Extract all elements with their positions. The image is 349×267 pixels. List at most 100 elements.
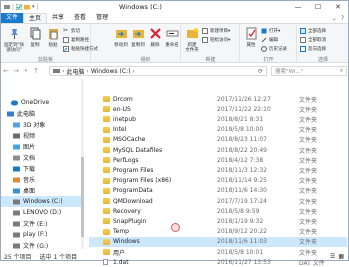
edit-button[interactable]: 编辑 [261, 37, 278, 43]
folder-icon [103, 167, 110, 174]
nav-item-label: OneDrive [21, 99, 50, 106]
forward-button[interactable]: → [11, 65, 21, 77]
invert-selection-button[interactable]: 反向选择 [300, 46, 326, 52]
nav-item[interactable]: 此电脑 [1, 108, 81, 119]
tab-home[interactable]: 主页 [23, 13, 48, 23]
copy-button[interactable]: 复制 [26, 27, 44, 48]
file-row[interactable]: Drcom 2017/11/26 12:27 文件夹 [89, 94, 347, 104]
file-row[interactable]: Intel 2018/5/8 10:00 文件夹 [89, 125, 347, 135]
close-button[interactable]: ✕ [328, 1, 348, 12]
rename-label: 重命名 [165, 43, 179, 48]
delete-label: 删除 [150, 43, 160, 48]
recent-locations-button[interactable]: ▾ [21, 65, 31, 77]
nav-item[interactable]: 下载 [1, 163, 81, 174]
file-row[interactable]: ProgramData 2018/11/6 14:30 文件夹 [89, 186, 347, 196]
select-none-button[interactable]: 全部取消 [300, 37, 326, 43]
nav-item[interactable]: Windows (C:) [1, 196, 81, 207]
paste-icon [48, 29, 58, 40]
ribbon-controls: ⌄ ? [332, 15, 348, 22]
new-item-label: 新建项目▾ [210, 29, 231, 34]
move-to-button[interactable]: 移动到 [112, 27, 130, 48]
large-icons-view-icon[interactable]: ▦ [338, 253, 344, 260]
nav-item[interactable]: play (F:) [1, 229, 81, 240]
delete-button[interactable]: 删除 [146, 27, 164, 48]
drive-icon [13, 221, 20, 226]
file-row[interactable]: QMDownload 2017/7/19 17:24 文件夹 [89, 196, 347, 206]
file-row[interactable]: inetpub 2018/8/21 8:31 文件夹 [89, 114, 347, 124]
new-folder-button[interactable]: 新建 文件夹 [183, 27, 201, 53]
paste-button[interactable]: 粘贴 [44, 27, 62, 48]
check-icon[interactable] [16, 4, 23, 10]
chevron-down-icon[interactable]: ⌄ [332, 15, 337, 22]
nav-item[interactable]: 3D 对象 [1, 119, 81, 130]
delete-icon [149, 28, 161, 39]
nav-item[interactable]: 图片 [1, 141, 81, 152]
nav-item[interactable]: 文档 [1, 152, 81, 163]
select-none-icon [300, 37, 306, 43]
nav-item[interactable]: OneDrive [1, 97, 81, 108]
back-button[interactable]: ← [1, 65, 11, 77]
breadcrumb-drive[interactable]: Windows (C:) [91, 68, 131, 75]
scrollbar-thumb[interactable] [81, 157, 84, 237]
file-type: 文件夹 [299, 229, 318, 237]
file-type: 文件夹 [299, 137, 318, 145]
new-folder-label: 新建 文件夹 [185, 43, 199, 53]
address-bar[interactable]: › 此电脑 › Windows (C:) › ⟳ [49, 66, 267, 76]
easy-access-button[interactable]: 轻松访问▾ [202, 37, 230, 43]
file-row[interactable]: Windows 2018/11/6 11:03 文件夹 [89, 236, 347, 247]
file-name: Program Files [113, 166, 154, 174]
maximize-button[interactable]: ☐ [308, 1, 328, 12]
pin-button[interactable]: 固定到"快速访问" [3, 27, 25, 53]
edit-label: 编辑 [269, 38, 278, 43]
nav-item[interactable]: 音乐 [1, 174, 81, 185]
move-folder-icon [115, 30, 127, 38]
open-button[interactable]: 打开▾ [261, 28, 280, 34]
tab-file[interactable]: 文件 [1, 13, 24, 23]
up-button[interactable]: ↑ [31, 65, 41, 77]
nav-item[interactable]: 桌面 [1, 185, 81, 196]
refresh-icon[interactable]: ⟳ [258, 68, 266, 75]
file-row[interactable]: PerfLogs 2018/4/12 7:38 文件夹 [89, 155, 347, 165]
select-none-label: 全部取消 [308, 38, 326, 43]
select-all-button[interactable]: 全部选择 [300, 28, 326, 34]
file-row[interactable]: Temp 2018/9/12 20:22 文件夹 [89, 227, 347, 237]
file-row[interactable]: Recovery 2018/5/8 9:59 文件夹 [89, 206, 347, 216]
file-row[interactable]: Program Files 2018/11/3 12:32 文件夹 [89, 165, 347, 175]
file-name: Program Files (x86) [113, 177, 172, 185]
tab-manage[interactable]: 管理 [91, 13, 113, 23]
file-row[interactable]: SnapPlugin 2018/1/19 9:32 文件夹 [89, 216, 347, 226]
rename-button[interactable]: 重命名 [163, 27, 181, 48]
search-input[interactable]: 搜索"Wi..." ⌕ [271, 66, 347, 76]
cut-button[interactable]: ✂ 剪切 [63, 28, 80, 35]
copy-to-button[interactable]: 复制到 [129, 27, 147, 48]
copy-path-button[interactable]: 复制路径 [63, 37, 89, 43]
folder-icon [103, 157, 110, 164]
paste-shortcut-button[interactable]: 粘贴快捷方式 [63, 46, 98, 52]
help-icon[interactable]: ? [341, 15, 344, 22]
minimize-button[interactable]: — [288, 1, 308, 12]
chevron-down-icon[interactable]: ▾ [32, 4, 35, 10]
history-button[interactable]: 历史记录 [261, 46, 287, 52]
nav-item[interactable]: LENOVO (D:) [1, 207, 81, 218]
nav-item[interactable]: 文件 (G:) [1, 240, 81, 251]
breadcrumb-this-pc[interactable]: 此电脑 [66, 67, 84, 76]
group-select: 全部选择 全部取消 反向选择 选择 [298, 25, 348, 63]
select-all-icon [300, 28, 306, 34]
nav-item[interactable]: 文件 (E:) [1, 218, 81, 229]
nav-scrollbar[interactable] [81, 79, 84, 249]
properties-label: 属性 [246, 43, 256, 48]
edit-icon [261, 37, 267, 43]
file-row[interactable]: Program Files (x86) 2018/11/14 9:25 文件夹 [89, 176, 347, 186]
new-item-button[interactable]: 新建项目▾ [202, 28, 230, 34]
nav-item-label: 文件 (E:) [23, 221, 48, 228]
file-row[interactable]: MSOCache 2018/8/23 11:07 文件夹 [89, 135, 347, 145]
details-view-icon[interactable]: ☰ [330, 253, 335, 260]
folder-icon[interactable] [24, 4, 31, 10]
properties-button[interactable]: 属性 [242, 27, 260, 48]
file-row[interactable]: MySQL Datafiles 2018/8/22 20:49 文件夹 [89, 145, 347, 155]
drive-icon [13, 210, 20, 215]
nav-item[interactable]: 视频 [1, 130, 81, 141]
tab-share[interactable]: 共享 [47, 13, 69, 23]
file-row[interactable]: en-US 2017/11/22 22:10 文件夹 [89, 104, 347, 114]
tab-view[interactable]: 查看 [69, 13, 91, 23]
